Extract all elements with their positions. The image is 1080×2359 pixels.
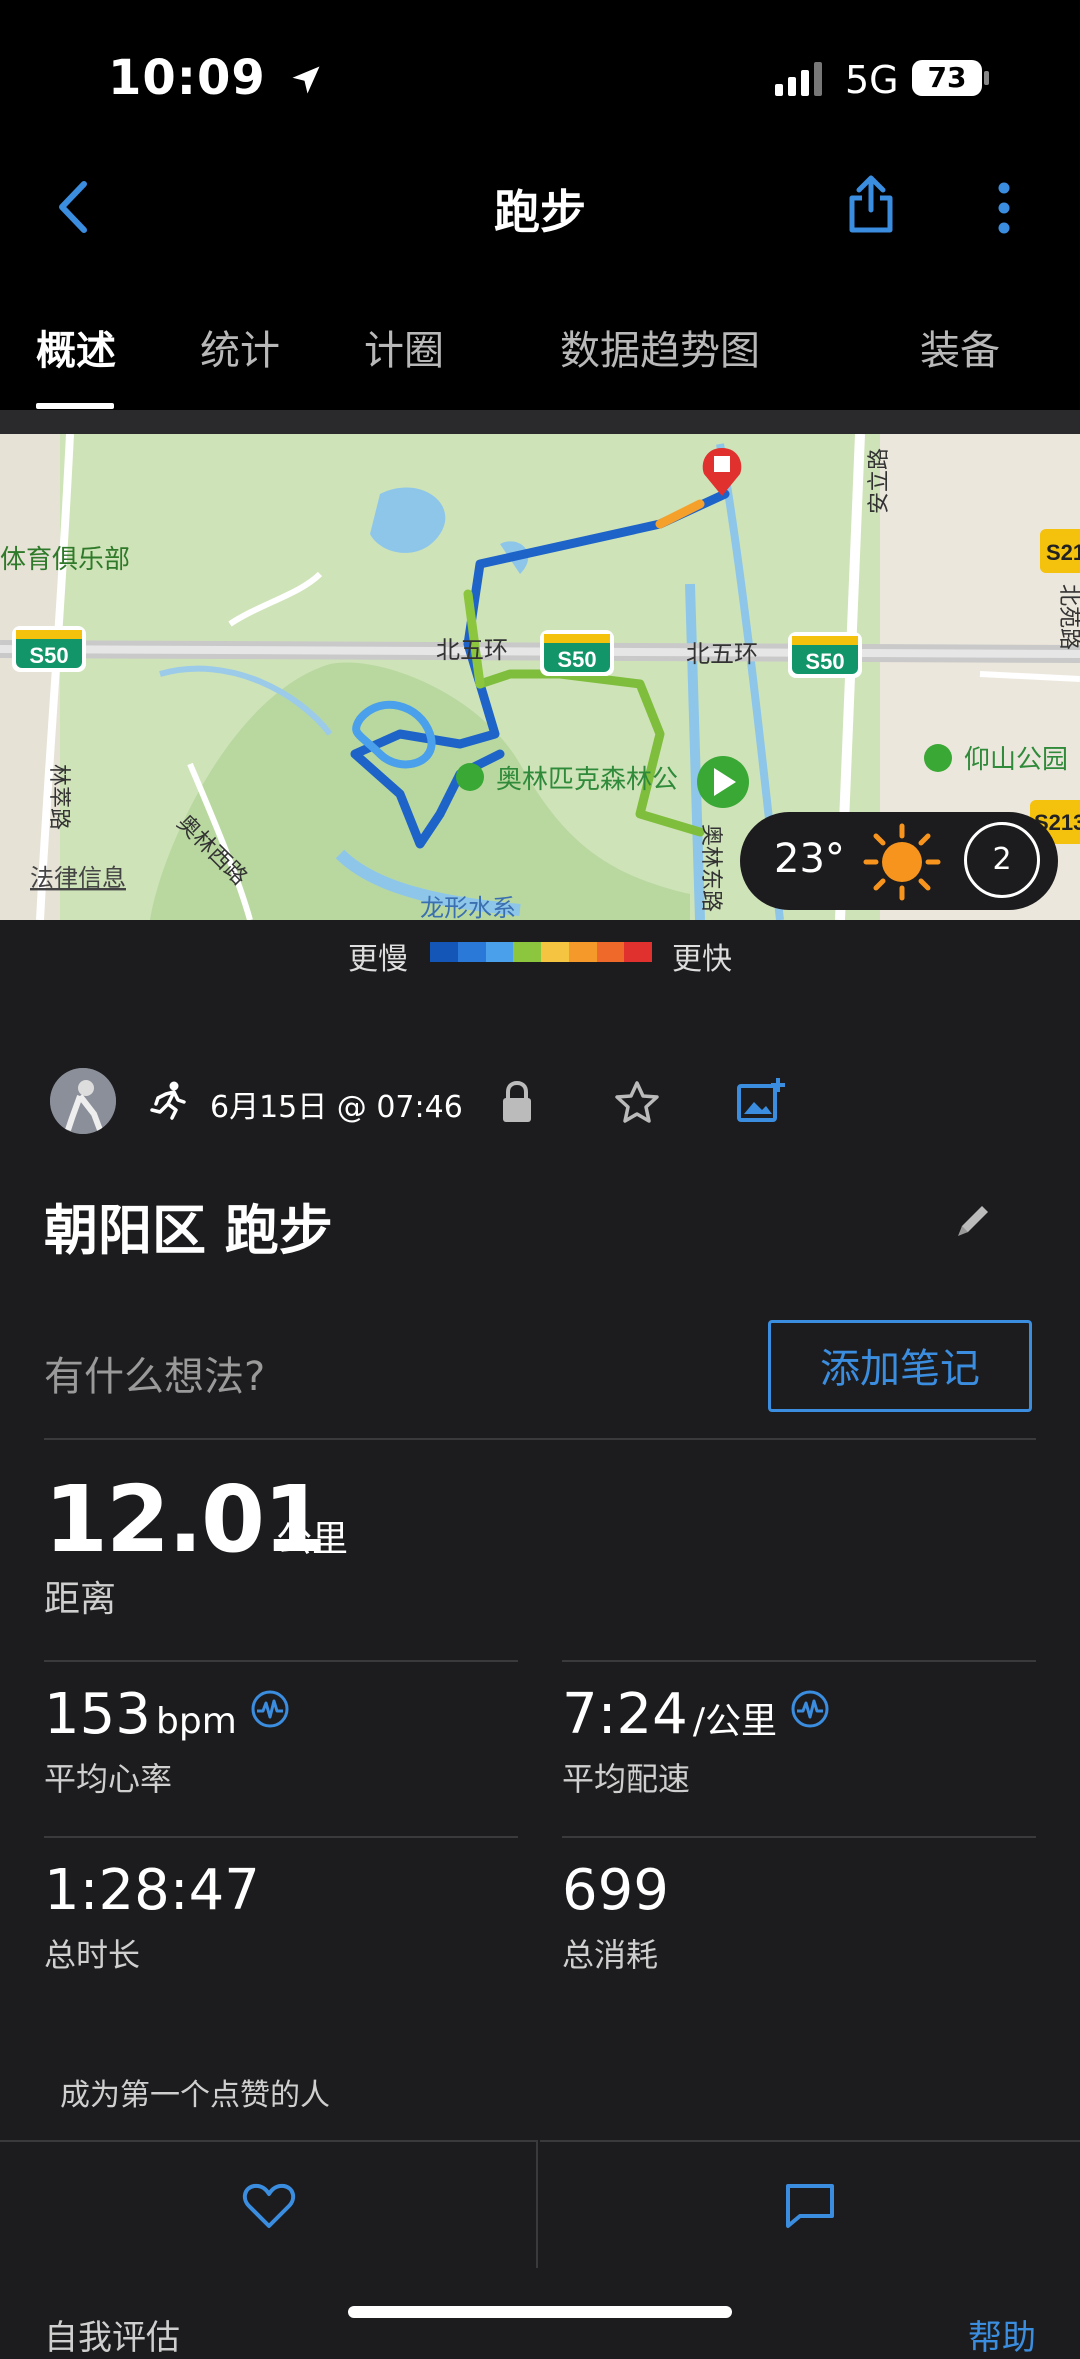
pace-color-segment — [624, 942, 652, 962]
battery-level: 73 — [927, 61, 967, 94]
tab-stats[interactable]: 统计 — [200, 318, 280, 376]
avg-hr-label: 平均心率 — [44, 1760, 173, 1798]
calories-label: 总消耗 — [562, 1936, 659, 1974]
map-label-ring-road-left: 北五环 — [436, 636, 508, 664]
section-divider — [0, 410, 1080, 434]
route-map[interactable]: S50 S50 S50 S21 S213 北五环 北五环 体育俱乐部 奥林匹克森… — [0, 434, 1080, 920]
battery-icon: 73 — [912, 60, 982, 96]
add-note-button[interactable]: 添加笔记 — [768, 1320, 1032, 1412]
thoughts-prompt[interactable]: 有什么想法? — [44, 1344, 265, 1402]
avatar[interactable] — [50, 1068, 116, 1134]
status-time: 10:09 — [108, 50, 324, 106]
avg-hr-unit: bpm — [155, 1701, 237, 1742]
activity-datetime: 6月15日 @ 07:46 — [210, 1090, 463, 1125]
map-label-aolin-east: 奥林东路 — [698, 824, 723, 912]
map-label-park: 奥林匹克森林公 — [496, 765, 678, 795]
battery-tip — [984, 71, 989, 85]
weather-pill: 23° 2 — [740, 812, 1058, 910]
pace-color-segment — [485, 942, 514, 962]
avg-heart-rate[interactable]: 153 bpm — [44, 1682, 290, 1747]
map-label-ring-road-right: 北五环 — [686, 640, 758, 668]
total-time-label: 总时长 — [44, 1936, 141, 1974]
pace-color-segment — [430, 942, 458, 962]
map-label-water: 龙形水系 — [420, 894, 516, 920]
activity-title: 朝阳区 跑步 — [44, 1199, 333, 1262]
divider — [562, 1660, 1036, 1662]
tree-icon — [924, 744, 952, 772]
tab-laps[interactable]: 计圈 — [364, 318, 444, 376]
signal-icon — [775, 62, 822, 96]
lock-icon[interactable] — [500, 1080, 534, 1124]
park-icon — [456, 763, 484, 791]
legend-faster: 更快 — [672, 942, 732, 977]
tab-trends[interactable]: 数据趋势图 — [560, 318, 760, 376]
running-icon — [150, 1081, 186, 1120]
divider — [44, 1438, 1036, 1440]
calories-value: 699 — [562, 1858, 669, 1923]
shield-s50-right: S50 — [805, 649, 844, 674]
edit-pencil-icon[interactable] — [954, 1200, 994, 1240]
legend-slower: 更慢 — [348, 942, 408, 977]
map-label-lincui-road: 林萃路 — [46, 764, 71, 830]
self-evaluation-label: 自我评估 — [44, 2318, 180, 2358]
first-like-text: 成为第一个点赞的人 — [60, 2078, 330, 2113]
heart-icon — [242, 2183, 296, 2228]
avg-pace-value: 7:24 — [562, 1682, 688, 1747]
distance-unit: 公里 — [276, 1519, 349, 1560]
share-icon[interactable] — [846, 174, 896, 234]
map-label-anli-road: 安立路 — [867, 448, 892, 514]
wind-indicator: 2 — [964, 822, 1040, 898]
page-title: 跑步 — [494, 185, 586, 239]
avg-hr-value: 153 — [44, 1682, 151, 1747]
divider — [562, 1836, 1036, 1838]
shield-s21: S21 — [1046, 540, 1080, 565]
map-legal-link[interactable]: 法律信息 — [30, 864, 126, 892]
comment-button[interactable] — [540, 2140, 1080, 2268]
add-photo-icon[interactable] — [736, 1076, 786, 1124]
network-type: 5G — [845, 58, 899, 102]
avg-pace[interactable]: 7:24 /公里 — [562, 1682, 830, 1747]
tab-gear[interactable]: 装备 — [920, 318, 1000, 376]
pace-color-segment — [457, 942, 486, 962]
weather-temp: 23° — [774, 836, 845, 882]
home-indicator — [348, 2306, 732, 2318]
map-label-club: 体育俱乐部 — [0, 545, 130, 575]
location-arrow-icon — [292, 66, 320, 94]
pace-color-segment — [541, 942, 569, 962]
pace-color-segment — [568, 942, 597, 962]
map-label-beiyuan: 北苑路 — [1056, 584, 1080, 650]
divider — [44, 1660, 518, 1662]
chart-pulse-icon — [251, 1690, 289, 1728]
chart-pulse-icon — [791, 1690, 829, 1728]
divider — [44, 1836, 518, 1838]
comment-icon — [786, 2184, 834, 2228]
map-label-yangshan-park: 仰山公园 — [964, 745, 1068, 775]
pace-color-segment — [596, 942, 625, 962]
more-vertical-icon[interactable] — [994, 180, 1014, 236]
pace-gradient-bar — [430, 942, 652, 962]
star-icon[interactable] — [614, 1080, 660, 1124]
pace-color-segment — [513, 942, 541, 962]
shield-s50-left: S50 — [29, 643, 68, 668]
sun-icon — [863, 823, 941, 901]
tab-overview[interactable]: 概述 — [36, 318, 116, 376]
wind-speed: 2 — [992, 842, 1012, 877]
avg-pace-label: 平均配速 — [562, 1760, 691, 1798]
distance-label: 距离 — [44, 1579, 117, 1620]
like-button[interactable] — [0, 2140, 538, 2268]
avg-pace-unit: /公里 — [692, 1701, 777, 1742]
help-link[interactable]: 帮助 — [968, 2310, 1036, 2359]
total-time-value: 1:28:47 — [44, 1858, 260, 1923]
shield-s50-mid: S50 — [557, 647, 596, 672]
tab-indicator — [36, 403, 114, 409]
